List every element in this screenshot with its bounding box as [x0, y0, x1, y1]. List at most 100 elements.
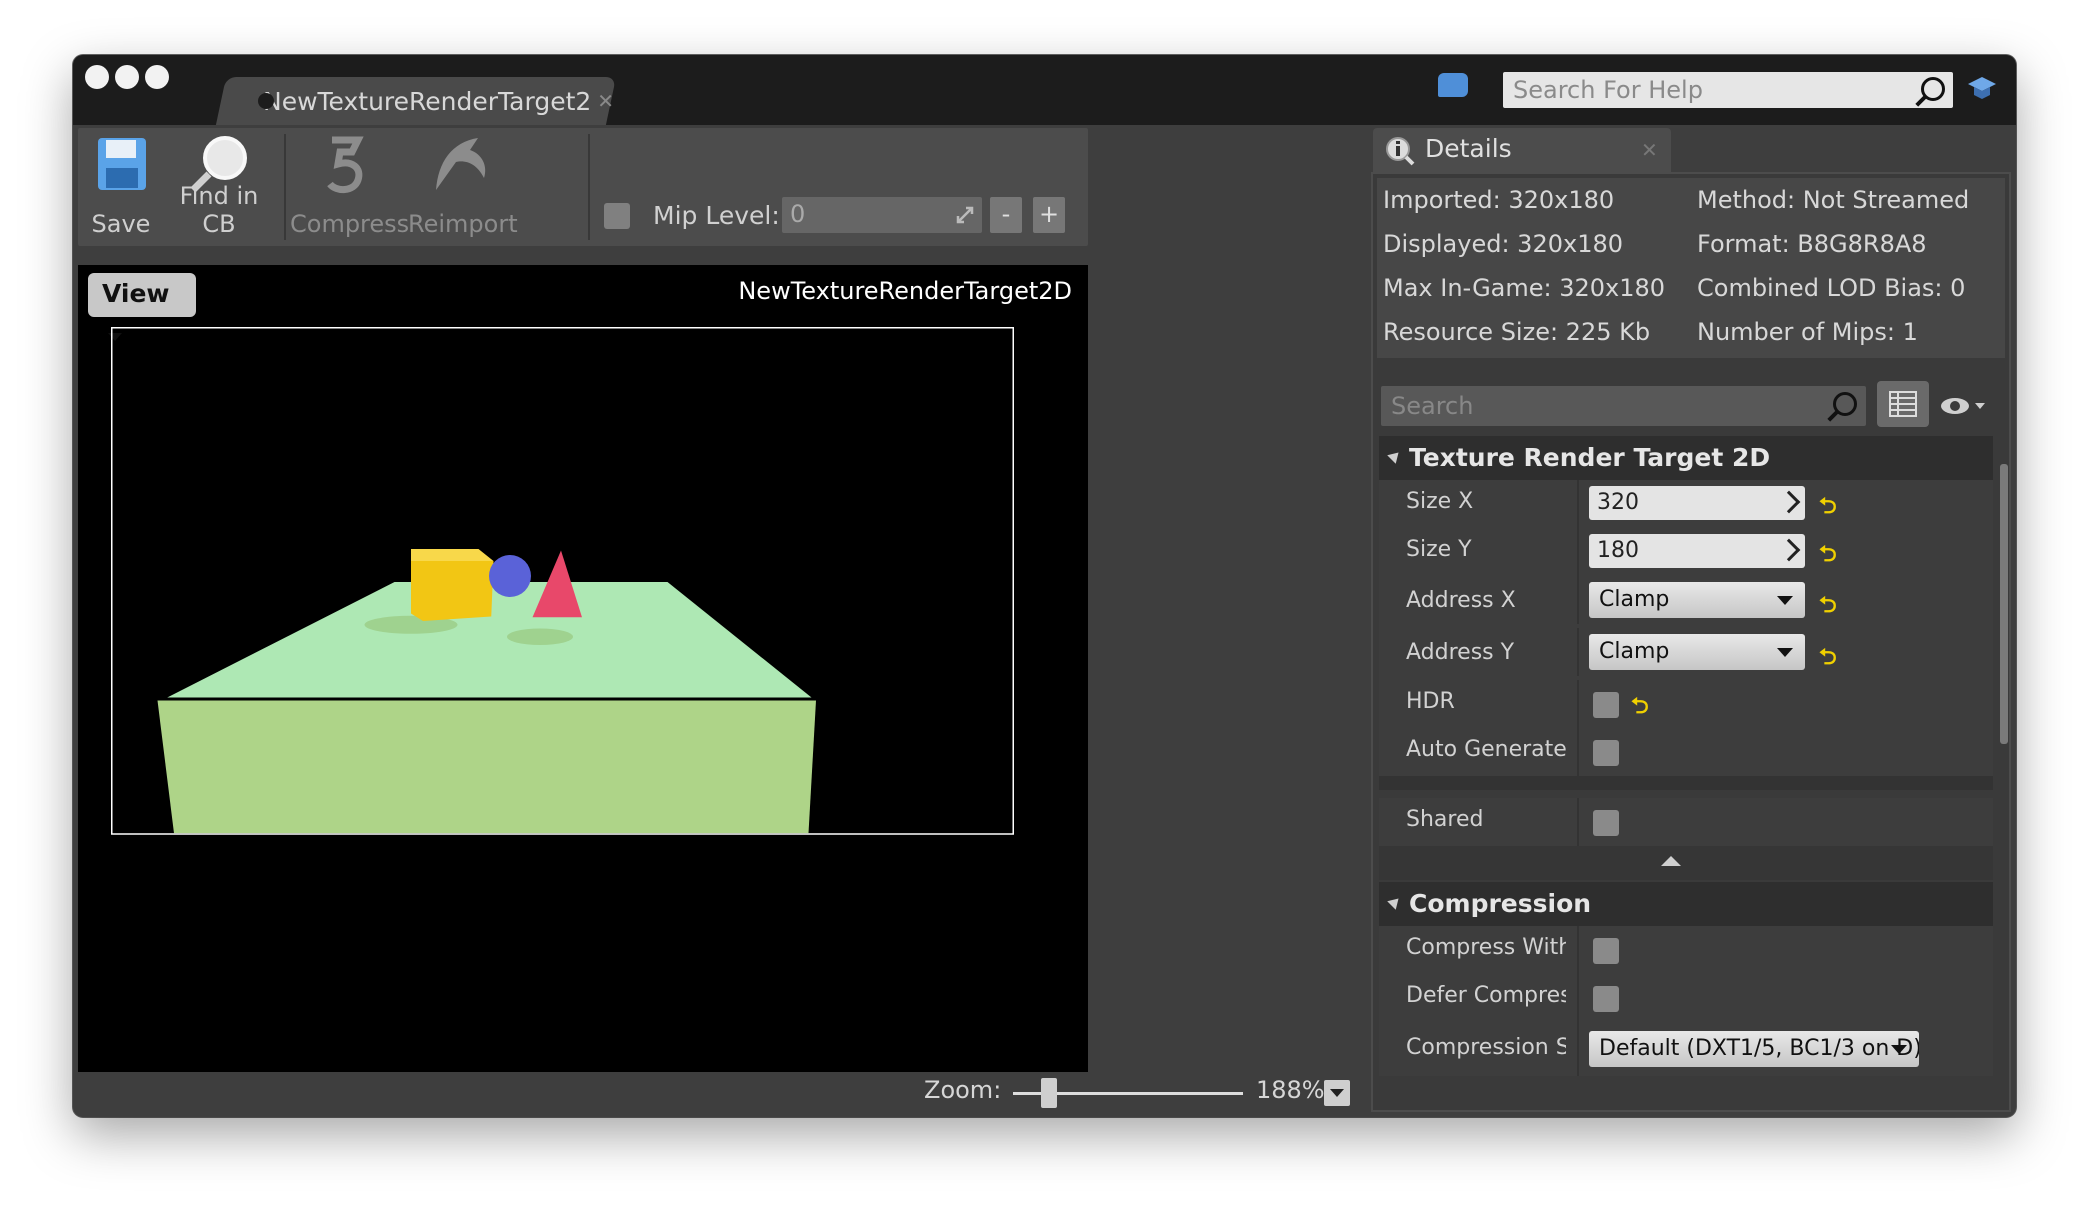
column-divider[interactable] [1577, 680, 1579, 728]
collapse-advanced-icon [1661, 856, 1681, 866]
save-button[interactable]: Save [86, 128, 156, 246]
shared-checkbox[interactable] [1593, 810, 1619, 836]
info-format: Format: B8G8R8A8 [1697, 230, 1927, 258]
size-y-value: 180 [1597, 538, 1639, 563]
compress-without-alpha-checkbox[interactable] [1593, 938, 1619, 964]
column-divider[interactable] [1577, 528, 1579, 576]
mip-level-field[interactable]: 0 [782, 197, 982, 233]
texture-viewport[interactable]: View NewTextureRenderTarget2D [78, 265, 1088, 1082]
details-scrollbar[interactable] [2000, 464, 2008, 744]
property-label: Compress Withoı [1406, 935, 1566, 960]
column-divider[interactable] [1577, 798, 1579, 846]
title-bar: NewTextureRenderTarget2 ✕ Search For Hel… [73, 55, 2016, 125]
auto-generate-mips-checkbox[interactable] [1593, 740, 1619, 766]
chevron-down-icon [1777, 648, 1793, 657]
minimize-window-button[interactable] [115, 65, 139, 89]
chevron-down-icon [1777, 596, 1793, 605]
reimport-button[interactable]: Reimport [408, 128, 518, 246]
address-x-dropdown[interactable]: Clamp [1589, 582, 1805, 618]
property-address-y: Address Y Clamp ⮌ [1379, 628, 1993, 680]
column-divider[interactable] [1577, 480, 1579, 528]
mip-increment-button[interactable]: + [1033, 197, 1065, 233]
help-search-placeholder: Search For Help [1513, 76, 1703, 104]
size-y-field[interactable]: 180 [1589, 534, 1805, 568]
details-tab[interactable]: Details ✕ [1373, 128, 1671, 172]
spin-arrows-icon [1777, 538, 1801, 562]
column-divider[interactable] [1577, 628, 1579, 676]
search-icon[interactable] [1921, 77, 1945, 101]
find-in-content-browser-button[interactable]: Find in CB [163, 128, 275, 246]
reset-to-default-icon[interactable]: ⮌ [1819, 588, 1837, 626]
property-matrix-button[interactable] [1877, 381, 1929, 427]
search-icon[interactable] [1833, 392, 1857, 416]
cube-front-face [411, 561, 494, 621]
property-label: HDR [1406, 689, 1455, 714]
hdr-checkbox[interactable] [1593, 692, 1619, 718]
property-label: Address Y [1406, 640, 1515, 665]
details-tab-title: Details [1425, 134, 1512, 163]
graduation-cap-icon[interactable] [1967, 75, 1997, 101]
reset-to-default-icon[interactable]: ⮌ [1819, 489, 1837, 527]
zoom-slider-thumb[interactable] [1041, 1078, 1057, 1108]
view-menu-button[interactable]: View [88, 273, 196, 341]
column-divider[interactable] [1577, 728, 1579, 776]
reset-to-default-icon[interactable]: ⮌ [1631, 689, 1649, 727]
viewport-asset-name: NewTextureRenderTarget2D [738, 277, 1072, 305]
texture-info-box: Imported: 320x180 Displayed: 320x180 Max… [1377, 178, 2005, 358]
reset-to-default-icon[interactable]: ⮌ [1819, 537, 1837, 575]
zoom-options-dropdown[interactable] [1324, 1080, 1350, 1106]
tab-close-icon[interactable]: ✕ [597, 89, 614, 113]
compression-settings-dropdown[interactable]: Default (DXT1/5, BC1/3 on D) [1589, 1031, 1919, 1067]
maximize-window-button[interactable] [145, 65, 169, 89]
reset-to-default-icon[interactable]: ⮌ [1819, 640, 1837, 678]
zoom-label: Zoom: [924, 1076, 1002, 1104]
size-x-value: 320 [1597, 490, 1639, 515]
view-menu-label: View [102, 279, 170, 308]
info-displayed: Displayed: 320x180 [1383, 230, 1623, 258]
mip-decrement-button[interactable]: - [990, 197, 1022, 233]
mip-level-checkbox[interactable] [604, 203, 630, 229]
category-compression[interactable]: Compression [1379, 882, 1993, 926]
document-tab[interactable]: NewTextureRenderTarget2 ✕ [241, 77, 614, 125]
details-panel: Imported: 320x180 Displayed: 320x180 Max… [1371, 172, 2011, 1112]
info-max-in-game: Max In-Game: 320x180 [1383, 274, 1666, 302]
toolbar-separator [284, 134, 286, 240]
cone-shadow [507, 628, 573, 645]
feedback-icon[interactable] [1438, 73, 1468, 97]
column-divider[interactable] [1577, 926, 1579, 974]
advanced-separator [1379, 776, 1993, 790]
property-search-input[interactable]: Search [1381, 386, 1866, 426]
property-label: Size X [1406, 489, 1474, 514]
property-label: Auto Generate M [1406, 737, 1566, 762]
column-divider[interactable] [1577, 1022, 1579, 1076]
table-front-face [157, 700, 816, 834]
address-y-dropdown[interactable]: Clamp [1589, 634, 1805, 670]
document-tab-title: NewTextureRenderTarget2 [263, 86, 592, 116]
info-number-of-mips: Number of Mips: 1 [1697, 318, 1918, 346]
column-divider[interactable] [1577, 974, 1579, 1022]
texture-preview-frame [111, 327, 1014, 835]
eye-icon[interactable] [1939, 394, 1985, 418]
column-divider[interactable] [1577, 576, 1579, 624]
help-search-input[interactable]: Search For Help [1503, 72, 1953, 108]
compress-button[interactable]: Compress [290, 128, 409, 246]
category-title: Compression [1409, 889, 1592, 918]
cube-top-face [411, 549, 494, 561]
property-compress-without-alpha: Compress Withoı [1379, 926, 1993, 974]
address-y-value: Clamp [1599, 639, 1670, 664]
advanced-toggle[interactable] [1379, 846, 1993, 880]
category-texture-render-target-2d[interactable]: Texture Render Target 2D [1379, 436, 1993, 480]
close-window-button[interactable] [85, 65, 109, 89]
asset-toolbar: Save Find in CB Compress Reimport Mip Le… [78, 128, 1088, 246]
property-search-placeholder: Search [1391, 392, 1474, 420]
size-x-field[interactable]: 320 [1589, 486, 1805, 520]
info-lod-bias: Combined LOD Bias: 0 [1697, 274, 1966, 302]
address-x-value: Clamp [1599, 587, 1670, 612]
find-in-cb-label: Find in CB [179, 182, 259, 238]
property-hdr: HDR ⮌ [1379, 680, 1993, 728]
render-target-preview-image [157, 549, 816, 834]
property-label: Defer Compressi [1406, 983, 1566, 1008]
property-size-y: Size Y 180 ⮌ [1379, 528, 1993, 576]
defer-compression-checkbox[interactable] [1593, 986, 1619, 1012]
details-close-icon[interactable]: ✕ [1641, 138, 1658, 162]
